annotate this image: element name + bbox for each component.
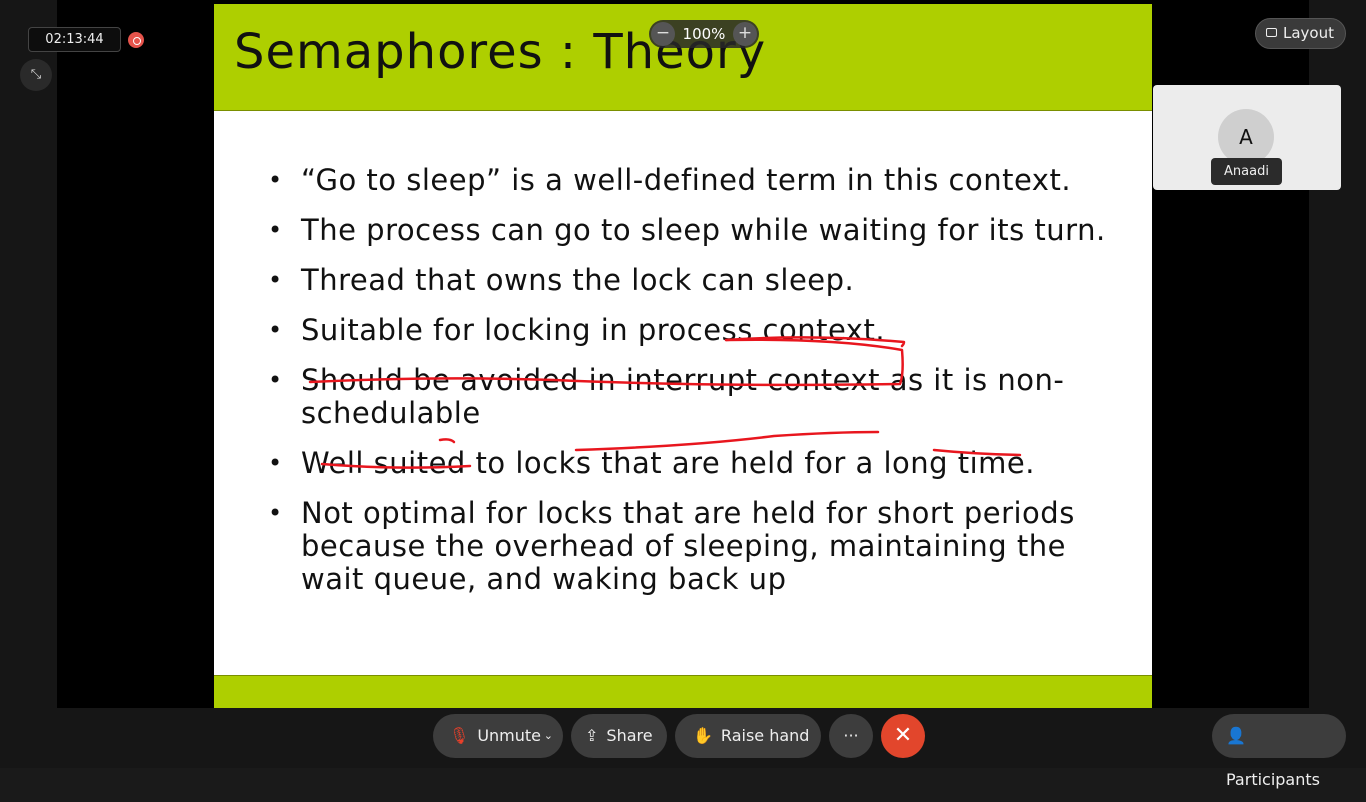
- control-bar: 🎙 Unmute ⌄ ⇪ Share ✋ Raise hand ··· ✕ 👤 Parti…: [0, 708, 1366, 789]
- layout-button[interactable]: Layout: [1255, 18, 1346, 49]
- bullet-item: The process can go to sleep while waitin…: [268, 214, 1108, 248]
- participant-name: Anaadi: [1211, 158, 1282, 185]
- bullet-item: Not optimal for locks that are held for …: [268, 497, 1108, 596]
- chevron-down-icon[interactable]: ⌄: [544, 714, 553, 758]
- zoom-control: − 100% +: [649, 20, 759, 48]
- participants-icon: 👤: [1226, 726, 1246, 745]
- collapse-icon[interactable]: ⤡: [20, 59, 52, 91]
- layout-label: Layout: [1283, 24, 1334, 42]
- avatar: A: [1218, 109, 1274, 165]
- bullet-item: Thread that owns the lock can sleep.: [268, 264, 1108, 298]
- bullet-item: Well suited to locks that are held for a…: [268, 447, 1108, 481]
- slide-footer: [214, 675, 1152, 708]
- zoom-out-button[interactable]: −: [651, 22, 675, 46]
- layout-icon: [1266, 28, 1277, 37]
- bullet-item: Suitable for locking in process context.: [268, 314, 1108, 348]
- bullet-item: “Go to sleep” is a well-defined term in …: [268, 164, 1108, 198]
- share-icon: ⇪: [585, 726, 599, 745]
- unmute-button[interactable]: 🎙 Unmute ⌄: [433, 714, 563, 758]
- more-button[interactable]: ···: [829, 714, 873, 758]
- zoom-level: 100%: [682, 25, 726, 43]
- slide-bullets: “Go to sleep” is a well-defined term in …: [268, 164, 1108, 613]
- unmute-label: Unmute: [477, 726, 542, 745]
- presentation-slide: Semaphores : Theory “Go to sleep” is a w…: [214, 4, 1152, 708]
- meeting-window: Semaphores : Theory “Go to sleep” is a w…: [0, 0, 1366, 789]
- raise-hand-button[interactable]: ✋ Raise hand: [675, 714, 821, 758]
- participants-button[interactable]: 👤 Participants: [1212, 714, 1346, 789]
- share-button[interactable]: ⇪ Share: [571, 714, 667, 758]
- zoom-in-button[interactable]: +: [733, 22, 757, 46]
- participants-label: Participants: [1226, 770, 1320, 789]
- recording-timer: 02:13:44: [28, 27, 121, 52]
- hand-icon: ✋: [693, 726, 713, 745]
- end-call-icon[interactable]: ✕: [881, 714, 925, 758]
- bullet-item: Should be avoided in interrupt context a…: [268, 364, 1108, 430]
- mic-muted-icon: 🎙: [449, 726, 470, 745]
- share-label: Share: [606, 726, 653, 745]
- raise-hand-label: Raise hand: [720, 726, 810, 745]
- participant-tile[interactable]: A Anaadi: [1153, 85, 1341, 190]
- recording-icon: [128, 32, 144, 48]
